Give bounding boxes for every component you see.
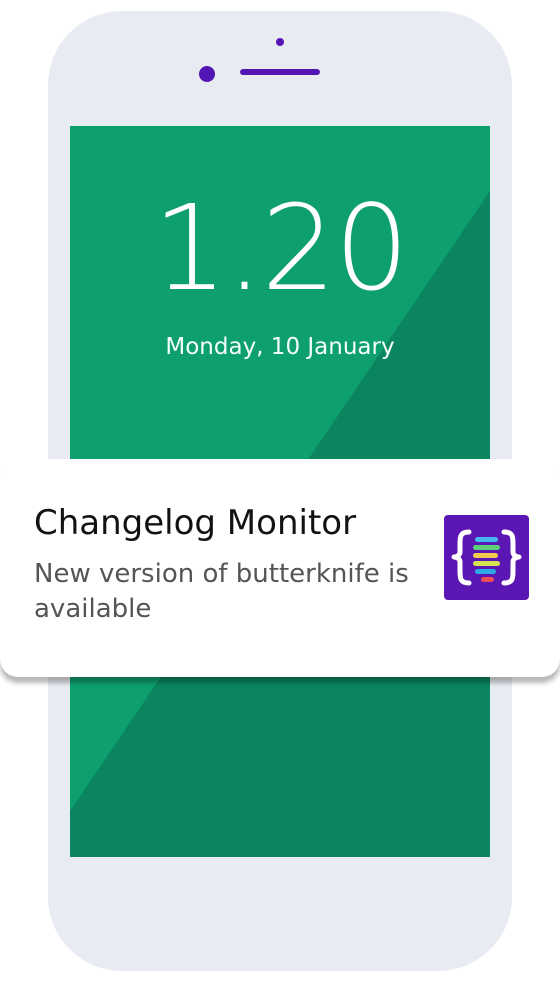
notification-body: New version of butterknife is available — [34, 559, 409, 625]
notification-title: Changelog Monitor — [34, 503, 357, 543]
notification-card[interactable]: Changelog Monitor New version of butterk… — [0, 459, 560, 677]
lock-screen-time: 1.20 — [152, 179, 410, 317]
changelog-monitor-app-icon — [444, 515, 529, 600]
sensor-dot — [276, 38, 284, 46]
camera-dot — [199, 66, 215, 82]
speaker-grille — [240, 69, 320, 75]
lock-screen-date: Monday, 10 January — [165, 334, 395, 360]
